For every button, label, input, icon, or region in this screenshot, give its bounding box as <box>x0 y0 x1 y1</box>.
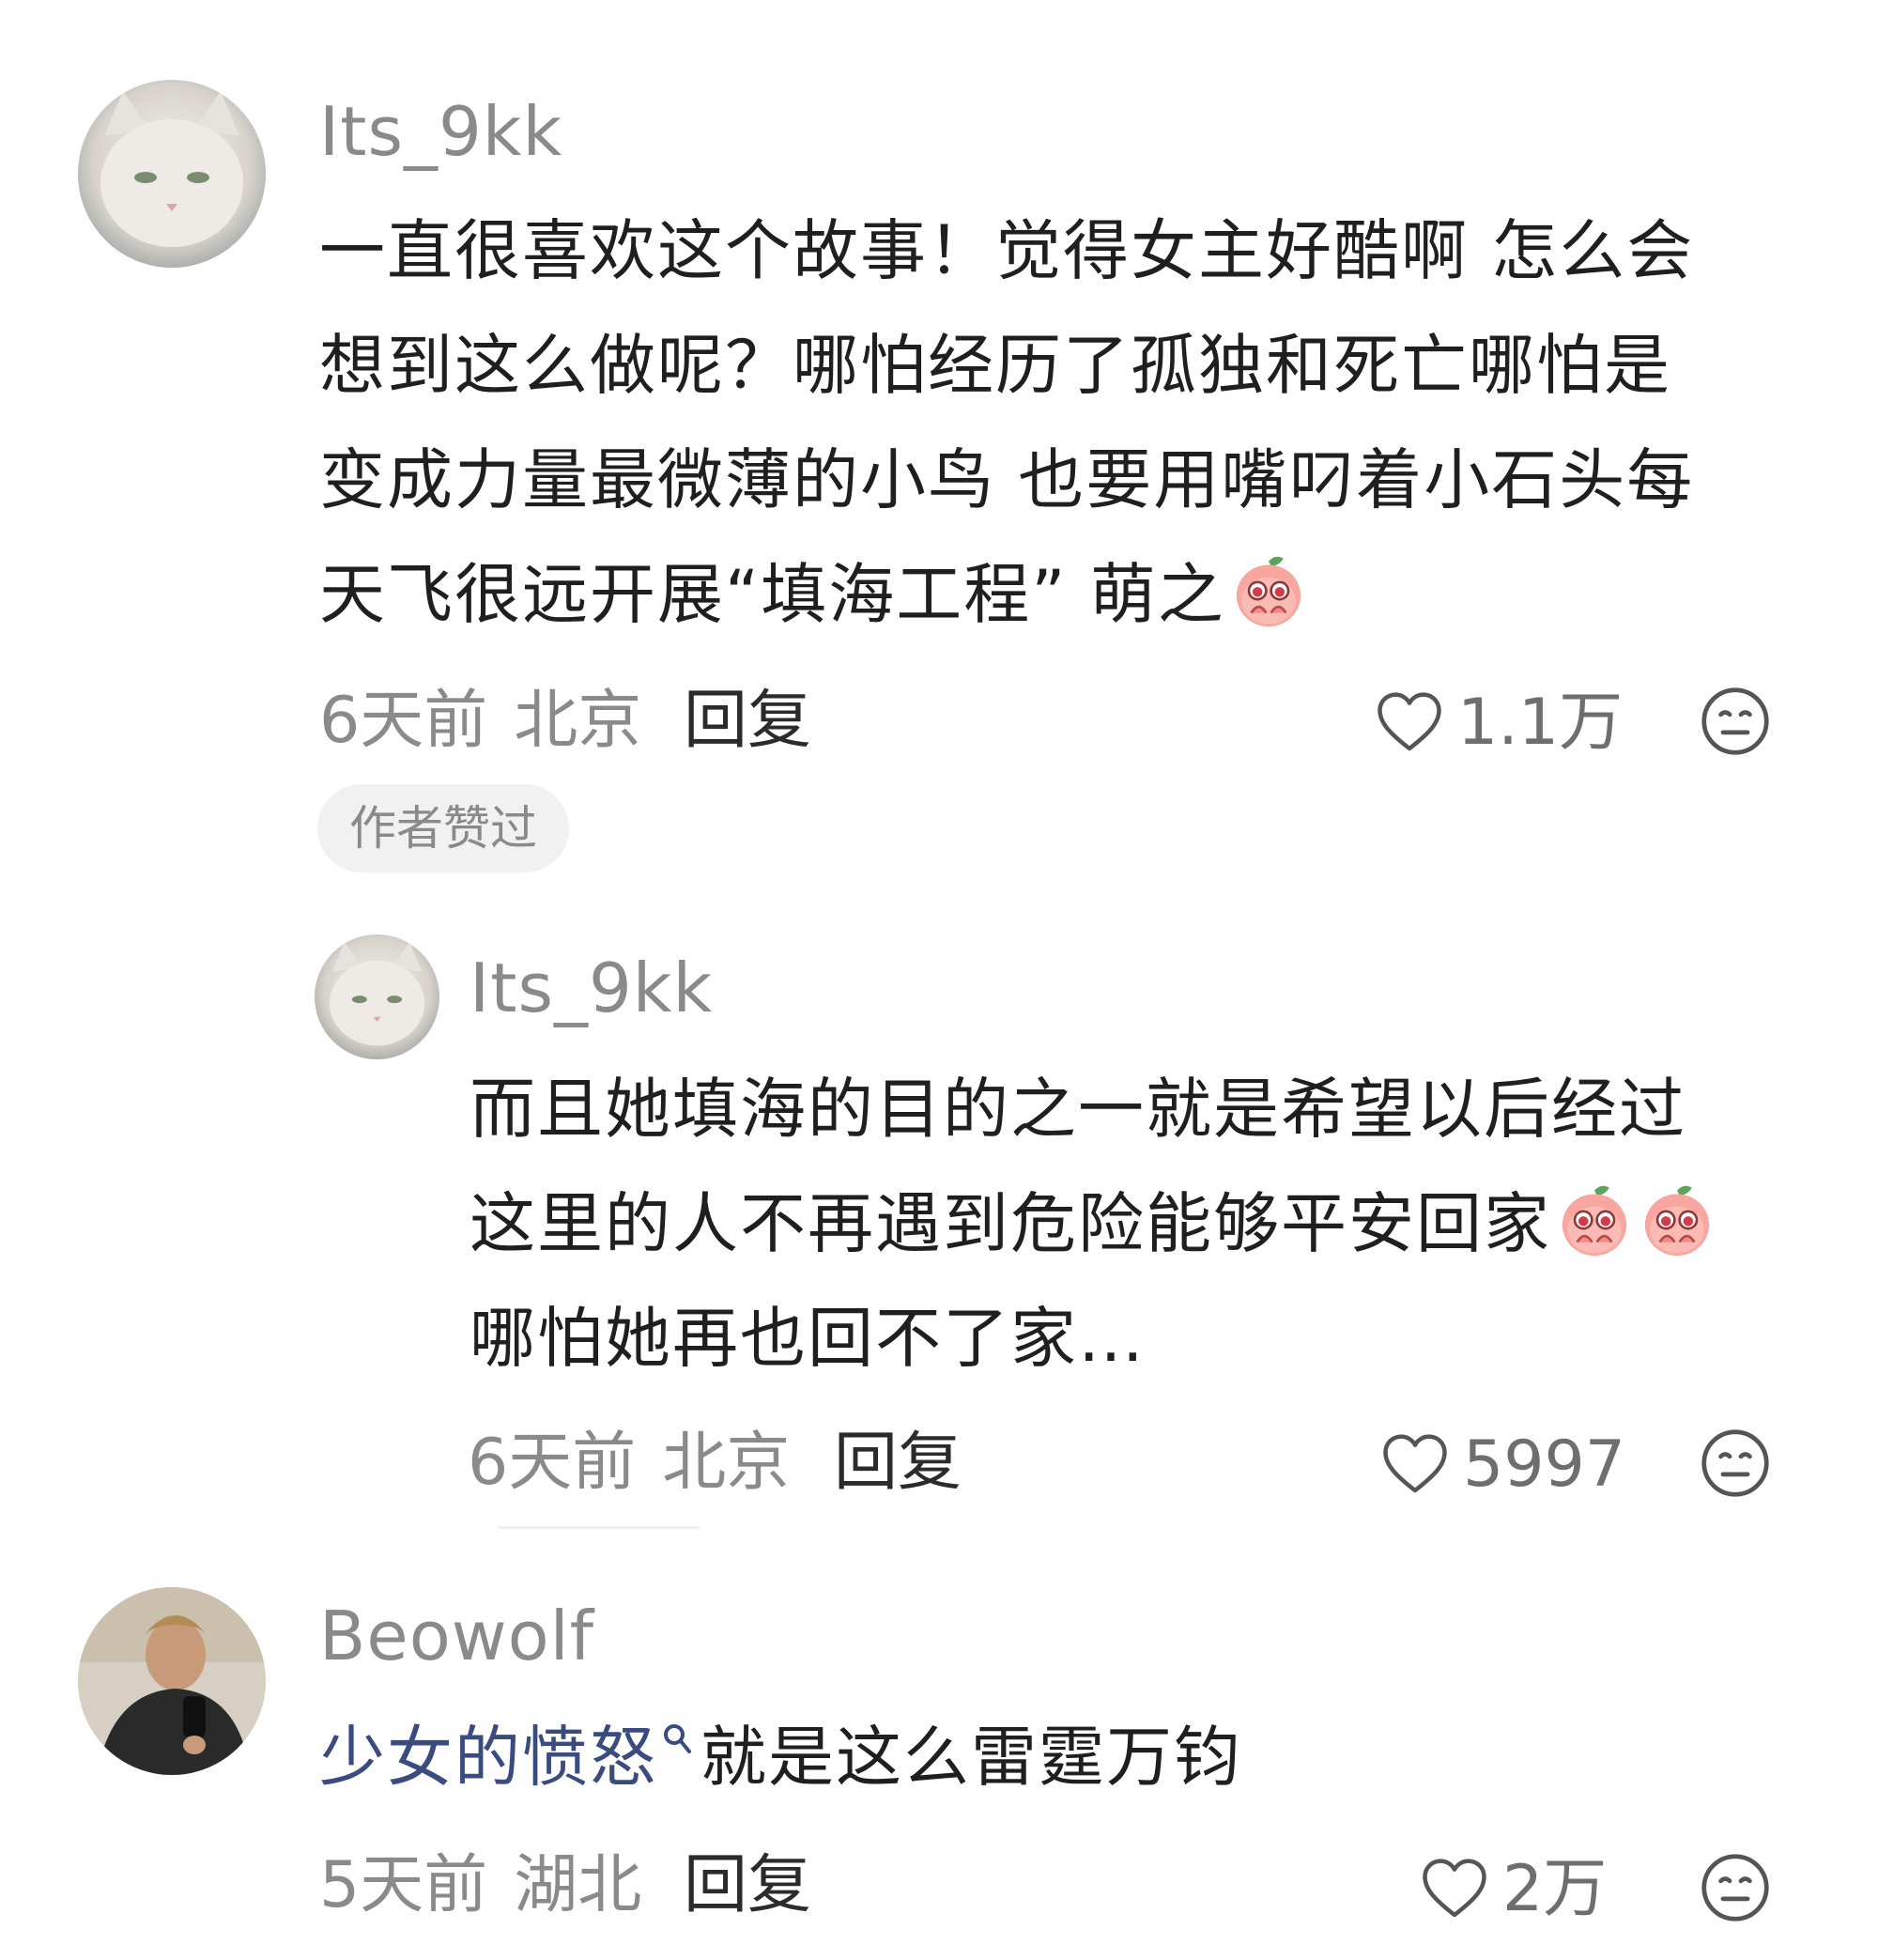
heart-outline-icon <box>1373 689 1446 757</box>
avatar[interactable] <box>315 934 439 1059</box>
dislike-button[interactable] <box>1700 1428 1771 1499</box>
dislike-button[interactable] <box>1700 686 1771 757</box>
comment-line: 少女的愤怒 就是这么雷霆万钧 <box>319 1700 1241 1814</box>
author-liked-badge: 作者赞过 <box>317 784 569 872</box>
search-link[interactable]: 少女的愤怒 <box>319 1719 657 1796</box>
like-button[interactable]: 5997 <box>1378 1428 1625 1503</box>
username[interactable]: Its_9kk <box>319 92 562 171</box>
reply-button[interactable]: 回复 <box>684 1848 811 1923</box>
like-button[interactable]: 1.1万 <box>1373 686 1623 761</box>
comment-line: 这里的人不再遇到危险能够平安回家 <box>470 1185 1551 1262</box>
comment-text: 而且她填海的目的之一就是希望以后经过 这里的人不再遇到危险能够平安回家 哪怕她再… <box>470 1052 1716 1396</box>
peach-crying-emoji-icon <box>1638 1181 1716 1259</box>
reply-button[interactable]: 回复 <box>684 684 811 759</box>
heart-outline-icon <box>1378 1431 1452 1499</box>
like-count: 5997 <box>1463 1428 1626 1502</box>
comment-meta: 5天前 湖北 <box>319 1848 641 1923</box>
comment-rest-text: 就是这么雷霆万钧 <box>700 1719 1241 1796</box>
comment-text: 少女的愤怒 就是这么雷霆万钧 <box>319 1700 1241 1814</box>
meh-face-icon <box>1700 1428 1771 1499</box>
comment-line: 而且她填海的目的之一就是希望以后经过 <box>470 1071 1686 1148</box>
meh-face-icon <box>1700 686 1771 757</box>
avatar[interactable] <box>78 80 266 268</box>
white-cat-avatar-icon <box>315 934 439 1059</box>
comment-line: 想到这么做呢？哪怕经历了孤独和死亡哪怕是 <box>319 327 1671 404</box>
comment-line: 天飞很远开展“填海工程” 萌之 <box>319 556 1225 633</box>
comment-meta: 6天前 北京 <box>319 684 641 759</box>
like-count: 2万 <box>1502 1852 1608 1926</box>
like-button[interactable]: 2万 <box>1418 1852 1607 1927</box>
location: 湖北 <box>514 1848 642 1922</box>
dislike-button[interactable] <box>1700 1852 1771 1923</box>
reply-button[interactable]: 回复 <box>834 1426 962 1501</box>
timestamp: 5天前 <box>319 1848 488 1922</box>
comment-line-last: 天飞很远开展“填海工程” 萌之 <box>319 537 1694 652</box>
username[interactable]: Beowolf <box>319 1597 594 1675</box>
peach-crying-emoji-icon <box>1229 551 1308 630</box>
location: 北京 <box>514 684 642 758</box>
timestamp: 6天前 <box>319 684 488 758</box>
comment-line: 一直很喜欢这个故事！觉得女主好酷啊 怎么会 <box>319 212 1695 289</box>
heart-outline-icon <box>1418 1856 1491 1923</box>
search-icon[interactable] <box>661 1721 693 1759</box>
comment-line: 哪怕她再也回不了家… <box>470 1300 1146 1377</box>
man-selfie-avatar-icon <box>78 1587 266 1775</box>
username[interactable]: Its_9kk <box>470 949 713 1027</box>
comment-line: 变成力量最微薄的小鸟 也要用嘴叼着小石头每 <box>319 441 1695 518</box>
reply-divider <box>498 1526 700 1529</box>
comment-meta: 6天前 北京 <box>468 1426 790 1501</box>
comment-line-with-emoji: 这里的人不再遇到危险能够平安回家 <box>470 1166 1716 1281</box>
peach-crying-emoji-icon <box>1555 1181 1634 1259</box>
white-cat-avatar-icon <box>78 80 266 268</box>
comment-text: 一直很喜欢这个故事！觉得女主好酷啊 怎么会 想到这么做呢？哪怕经历了孤独和死亡哪… <box>319 193 1694 652</box>
timestamp: 6天前 <box>468 1426 637 1500</box>
like-count: 1.1万 <box>1457 686 1624 760</box>
location: 北京 <box>662 1426 791 1500</box>
avatar[interactable] <box>78 1587 266 1775</box>
meh-face-icon <box>1700 1852 1771 1923</box>
